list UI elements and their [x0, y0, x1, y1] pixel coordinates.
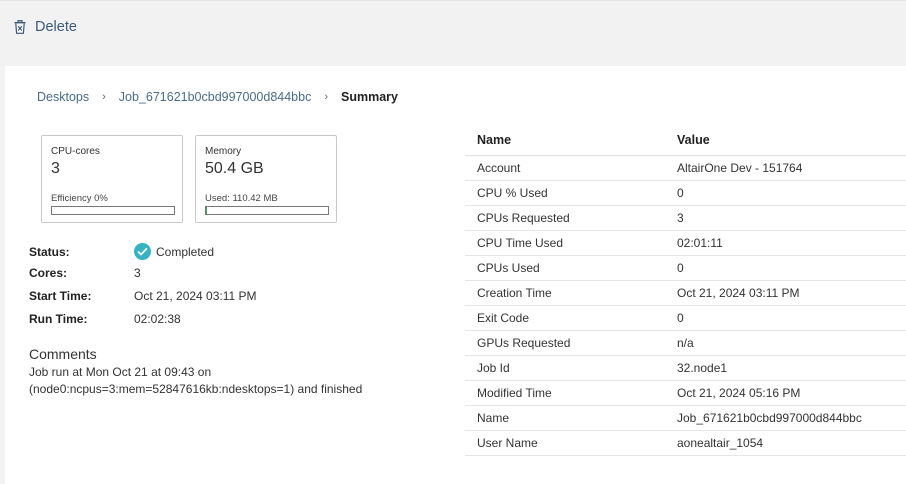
breadcrumb-job[interactable]: Job_671621b0cbd997000d844bbc [119, 90, 312, 104]
memory-label: Memory [205, 146, 242, 157]
table-row: CPU % Used 0 [465, 181, 906, 206]
breadcrumb-separator: › [324, 91, 329, 103]
row-value: n/a [677, 336, 694, 350]
run-time-value: 02:02:38 [134, 312, 181, 326]
status-label: Status: [29, 244, 70, 259]
row-value: 0 [677, 311, 684, 325]
table-row: Creation Time Oct 21, 2024 03:11 PM [465, 281, 906, 306]
comments-title: Comments [29, 346, 97, 362]
row-value: Oct 21, 2024 03:11 PM [677, 286, 800, 300]
cpu-cores-value: 3 [51, 160, 60, 177]
table-row: CPUs Used 0 [465, 256, 906, 281]
row-name: Modified Time [477, 386, 552, 400]
row-value: AltairOne Dev - 151764 [677, 161, 803, 175]
cores-label: Cores: [29, 266, 68, 280]
row-value: 32.node1 [677, 361, 728, 375]
row-value: 02:01:11 [677, 236, 723, 250]
cpu-cores-card: CPU-cores 3 Efficiency 0% [41, 135, 183, 223]
row-value: Oct 21, 2024 05:16 PM [677, 386, 801, 400]
breadcrumb-separator: › [102, 91, 106, 103]
row-name: Name [477, 411, 510, 425]
cpu-efficiency-label: Efficiency 0% [51, 193, 108, 204]
memory-card: Memory 50.4 GB Used: 110.42 MB [195, 135, 337, 223]
comments-text: Job run at Mon Oct 21 at 09:43 on (node0… [29, 364, 429, 398]
start-time-row: Start Time: Oct 21, 2024 03:11 PM [29, 289, 257, 303]
row-name: CPU Time Used [477, 236, 564, 250]
run-time-row: Run Time: 02:02:38 [29, 312, 181, 326]
memory-used-bar [205, 206, 329, 215]
row-name: User Name [477, 436, 538, 450]
row-name: CPUs Used [477, 261, 540, 275]
table-body: Account AltairOne Dev - 151764 CPU % Used 0… [465, 156, 906, 456]
table-header: Name Value [465, 124, 906, 156]
memory-used-label: Used: 110.42 MB [205, 193, 278, 204]
header-name: Name [477, 132, 512, 147]
table-row: Name Job_671621b0cbd997000d844bbc [465, 406, 906, 431]
row-name: Account [477, 161, 521, 175]
table-row: Modified Time Oct 21, 2024 05:16 PM [465, 381, 906, 406]
header-value: Value [677, 132, 710, 147]
status-badge: Completed [134, 243, 214, 260]
start-time-value: Oct 21, 2024 03:11 PM [134, 289, 257, 303]
row-value: 0 [677, 261, 684, 275]
memory-value: 50.4 GB [205, 160, 264, 177]
delete-button[interactable]: Delete [14, 16, 77, 38]
row-name: GPUs Requested [477, 336, 571, 350]
comments-line: (node0:ncpus=3:mem=52847616kb:ndesktops=… [29, 382, 363, 396]
table-row: Exit Code 0 [465, 306, 906, 331]
breadcrumb-desktops[interactable]: Desktops [37, 90, 89, 104]
status-value: Completed [156, 244, 215, 259]
table-row: Account AltairOne Dev - 151764 [465, 156, 906, 181]
memory-used-fill [206, 207, 208, 214]
row-value: 0 [677, 186, 684, 200]
table-row: CPU Time Used 02:01:11 [465, 231, 906, 256]
breadcrumb: Desktops › Job_671621b0cbd997000d844bbc … [37, 90, 398, 104]
row-value: 3 [677, 211, 684, 225]
check-circle-icon [134, 243, 151, 260]
comments-line: Job run at Mon Oct 21 at 09:43 on [29, 365, 212, 379]
delete-label: Delete [35, 19, 77, 35]
row-value: Job_671621b0cbd997000d844bbc [677, 411, 862, 425]
table-row: CPUs Requested 3 [465, 206, 906, 231]
row-name: Job Id [477, 361, 510, 375]
row-name: Exit Code [477, 311, 530, 325]
table-row: Job Id 32.node1 [465, 356, 906, 381]
top-toolbar: Delete [0, 0, 906, 66]
breadcrumb-current: Summary [341, 90, 398, 104]
cpu-cores-label: CPU-cores [51, 146, 100, 157]
table-row: GPUs Requested n/a [465, 331, 906, 356]
cpu-efficiency-bar [51, 206, 175, 215]
trash-icon [14, 20, 26, 34]
summary-panel: Desktops › Job_671621b0cbd997000d844bbc … [5, 66, 906, 484]
row-name: CPUs Requested [477, 211, 570, 225]
status-row: Status: Completed [29, 243, 214, 260]
table-row: User Name aonealtair_1054 [465, 431, 906, 456]
properties-table: Name Value Account AltairOne Dev - 151764… [465, 124, 906, 456]
row-value: aonealtair_1054 [677, 436, 764, 450]
row-name: CPU % Used [477, 186, 548, 200]
cores-row: Cores: 3 [29, 266, 141, 280]
start-time-label: Start Time: [29, 289, 92, 303]
cores-value: 3 [134, 266, 141, 280]
run-time-label: Run Time: [29, 312, 88, 326]
row-name: Creation Time [477, 286, 552, 300]
